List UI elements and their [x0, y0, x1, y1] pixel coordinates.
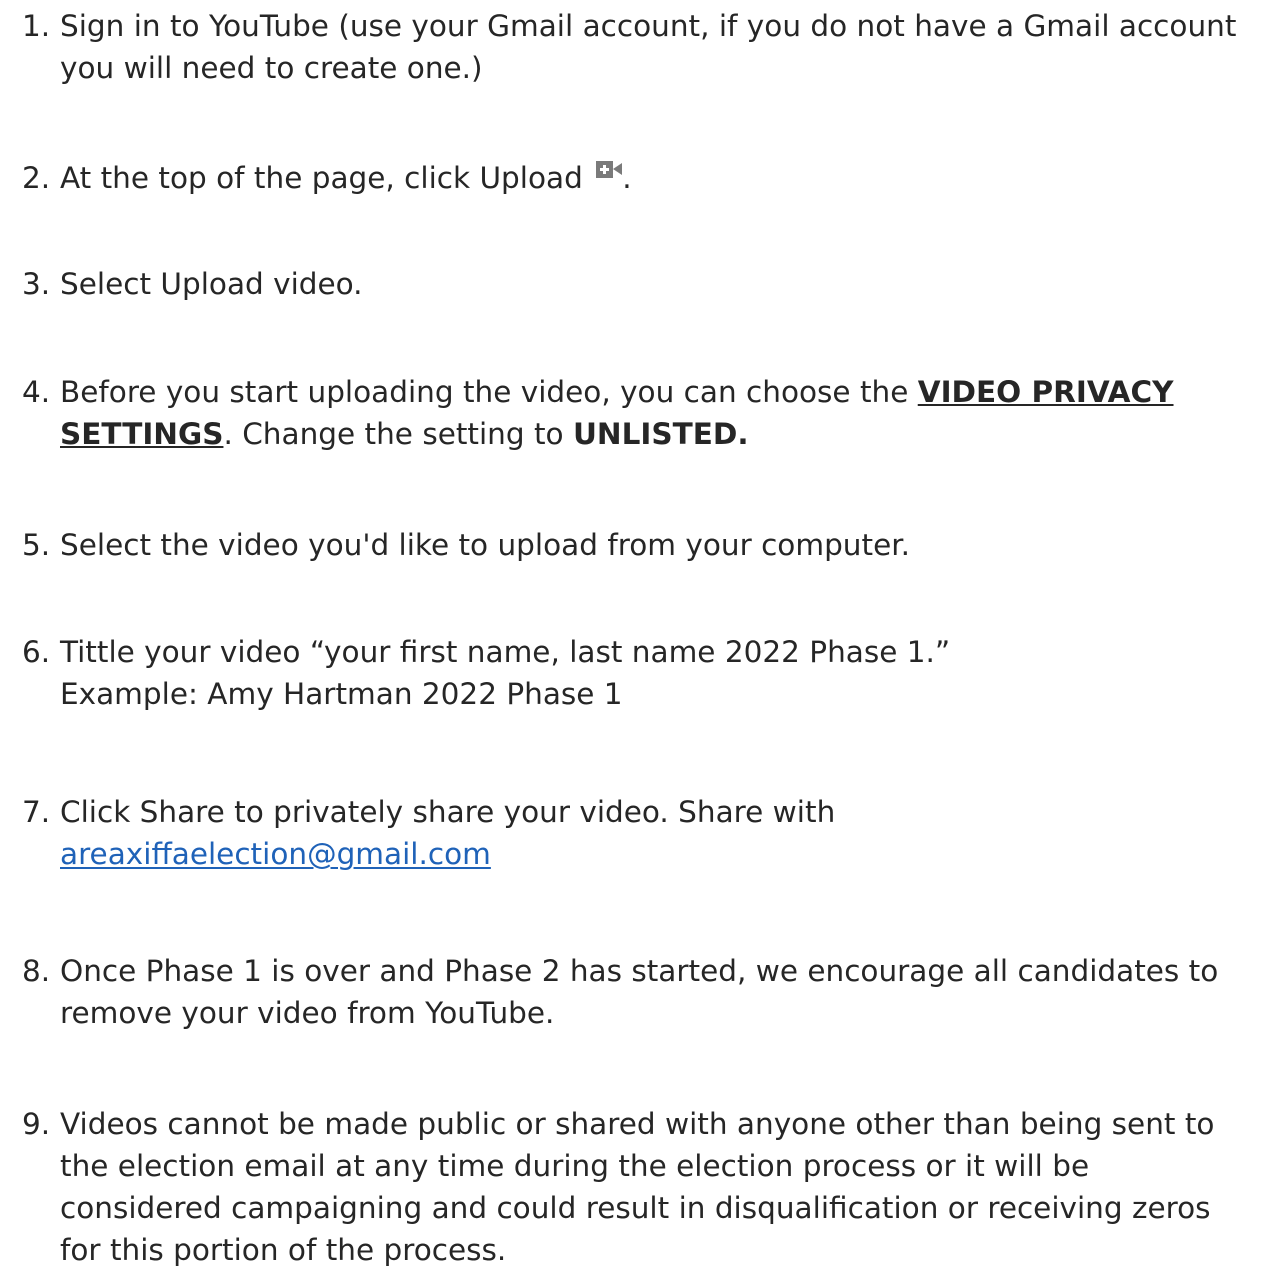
- step-text: considered campaigning and could result …: [60, 1191, 1211, 1225]
- step-text: Once Phase 1 is over and Phase 2 has sta…: [60, 954, 1219, 988]
- step-text: Tittle your video “your first name, last…: [60, 635, 951, 669]
- step-number: 2.: [22, 161, 51, 195]
- step-text: . Change the setting to: [223, 417, 573, 451]
- video-privacy-emphasis: VIDEO PRIVACY: [917, 375, 1174, 409]
- step-text: At the top of the page, click Upload: [60, 161, 583, 195]
- step-text-period: .: [622, 161, 632, 195]
- step-number: 5.: [22, 528, 51, 562]
- instruction-steps: 1. Sign in to YouTube (use your Gmail ac…: [0, 0, 1273, 1271]
- step-text: Select the video you'd like to upload fr…: [60, 528, 911, 562]
- step-1: 1. Sign in to YouTube (use your Gmail ac…: [22, 5, 1267, 89]
- step-text: you will need to create one.): [60, 51, 483, 85]
- step-number: 4.: [22, 375, 51, 409]
- step-9: 9. Videos cannot be made public or share…: [22, 1103, 1267, 1271]
- unlisted-emphasis: UNLISTED.: [572, 417, 749, 451]
- step-number: 1.: [22, 9, 51, 43]
- step-number: 6.: [22, 635, 51, 669]
- step-number: 8.: [22, 954, 51, 988]
- step-6: 6. Tittle your video “your first name, l…: [22, 631, 1267, 715]
- step-text: Select Upload video.: [60, 267, 363, 301]
- step-text: Before you start uploading the video, yo…: [60, 375, 918, 409]
- step-number: 9.: [22, 1107, 51, 1141]
- step-5: 5. Select the video you'd like to upload…: [22, 524, 1267, 566]
- upload-video-icon: [596, 161, 623, 178]
- step-number: 7.: [22, 795, 51, 829]
- step-8: 8. Once Phase 1 is over and Phase 2 has …: [22, 950, 1267, 1034]
- example-text: Example: Amy Hartman 2022 Phase 1: [60, 677, 623, 711]
- step-2: 2. At the top of the page, click Upload …: [22, 157, 1267, 199]
- step-text: Videos cannot be made public or shared w…: [60, 1107, 1215, 1141]
- step-text: the election email at any time during th…: [60, 1149, 1090, 1183]
- step-7: 7. Click Share to privately share your v…: [22, 791, 1267, 875]
- election-email-link[interactable]: areaxiffaelection@gmail.com: [60, 837, 491, 871]
- settings-emphasis: SETTINGS: [60, 417, 224, 451]
- step-number: 3.: [22, 267, 51, 301]
- step-text: Sign in to YouTube (use your Gmail accou…: [60, 9, 1237, 43]
- step-text: Click Share to privately share your vide…: [60, 795, 836, 829]
- step-4: 4. Before you start uploading the video,…: [22, 371, 1267, 455]
- step-text: remove your video from YouTube.: [60, 996, 555, 1030]
- step-3: 3. Select Upload video.: [22, 263, 1267, 305]
- step-text: for this portion of the process.: [60, 1233, 507, 1267]
